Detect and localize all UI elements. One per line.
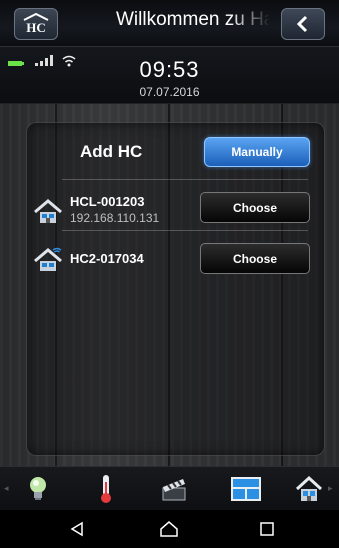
logo-button[interactable]: HC	[14, 8, 58, 40]
tab-climate[interactable]	[90, 473, 122, 505]
status-bar: 09:53 07.07.2016	[0, 47, 339, 104]
choose-button[interactable]: Choose	[200, 243, 310, 274]
house-icon	[34, 199, 62, 223]
house-wifi-icon	[34, 247, 62, 271]
system-nav-bar	[0, 510, 339, 548]
clock-time: 09:53	[139, 57, 200, 82]
device-ip: 192.168.110.131	[70, 211, 160, 225]
device-name: HC2-017034	[70, 251, 144, 266]
svg-text:HC: HC	[26, 20, 46, 35]
bottom-tab-bar: ◂ ▸	[0, 466, 339, 511]
back-triangle-icon[interactable]	[62, 518, 92, 540]
home-outline-icon[interactable]	[154, 518, 184, 540]
back-button[interactable]	[281, 8, 325, 40]
scene-clapper-icon	[162, 479, 186, 501]
add-hc-heading: Add HC	[80, 142, 143, 161]
hc-logo-icon: HC	[23, 13, 49, 35]
scroll-right-icon: ▸	[328, 483, 333, 493]
tab-lighting[interactable]	[22, 473, 54, 505]
divider	[62, 179, 308, 180]
divider	[62, 230, 308, 231]
page-title: Willkommen zu Ha	[116, 9, 270, 30]
tab-house[interactable]	[293, 473, 325, 505]
add-hc-panel	[26, 122, 325, 456]
scroll-left-icon: ◂	[4, 483, 9, 493]
manually-button[interactable]: Manually	[204, 137, 310, 167]
clock-date: 07.07.2016	[139, 85, 200, 99]
app-header: HC Willkommen zu Ha	[0, 0, 339, 47]
lightbulb-icon	[30, 477, 46, 500]
recents-square-icon[interactable]	[252, 518, 282, 540]
chevron-left-icon	[296, 15, 308, 33]
thermometer-icon	[101, 475, 111, 503]
choose-button[interactable]: Choose	[200, 192, 310, 223]
tab-scenes[interactable]	[158, 473, 190, 505]
tab-blinds[interactable]	[228, 473, 264, 505]
window-blinds-icon	[231, 477, 261, 501]
house-icon	[295, 475, 323, 501]
device-name: HCL-001203	[70, 194, 145, 209]
